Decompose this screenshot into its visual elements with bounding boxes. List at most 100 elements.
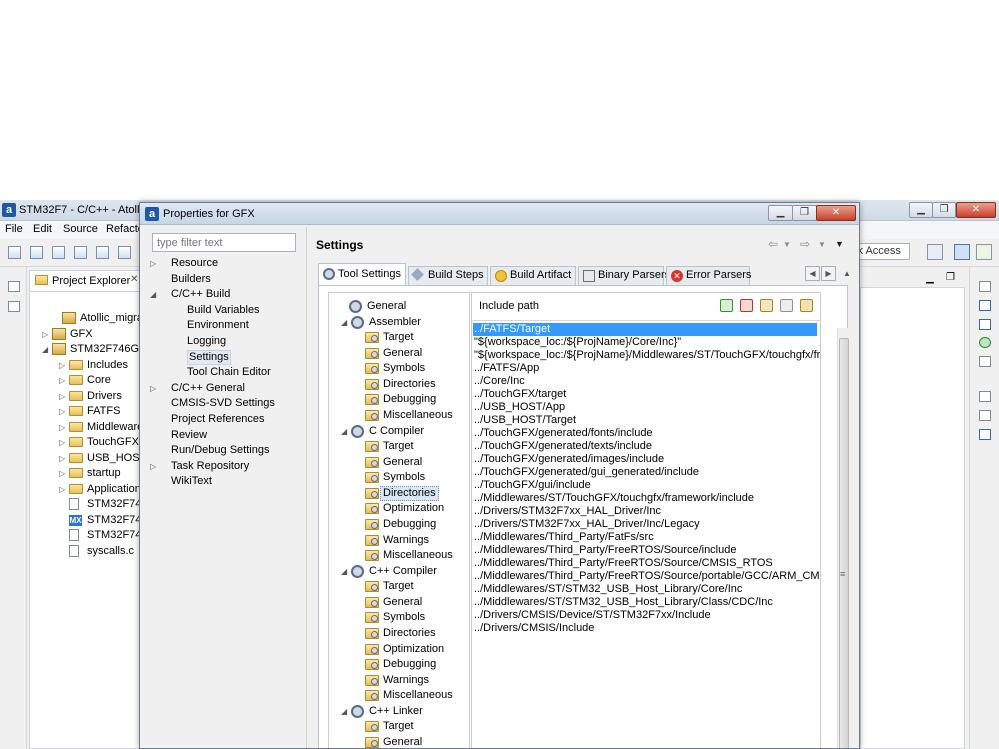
- dialog-close-button[interactable]: ✕: [816, 205, 856, 221]
- tool-tree-item[interactable]: C Compiler: [369, 424, 424, 439]
- nav-item-logging[interactable]: Logging: [187, 334, 226, 349]
- expand-toggle-icon[interactable]: ▷: [150, 462, 156, 471]
- tool-tree-item[interactable]: Debugging: [383, 392, 436, 407]
- collapse-toggle-icon[interactable]: ◢: [341, 567, 347, 576]
- page-scrollbar-thumb[interactable]: [839, 338, 849, 748]
- close-tab-icon[interactable]: ✕: [130, 274, 138, 285]
- tab-binary-parsers[interactable]: Binary Parsers: [578, 266, 670, 285]
- build-targets-icon[interactable]: [979, 319, 991, 330]
- move-up-icon[interactable]: [780, 299, 793, 312]
- new-source-icon[interactable]: [52, 246, 65, 259]
- restore-bottom-icon[interactable]: [979, 391, 991, 402]
- include-path-item[interactable]: ../TouchGFX/generated/texts/include: [474, 440, 652, 453]
- nav-item-review[interactable]: Review: [171, 428, 207, 443]
- tab-build-artifact[interactable]: Build Artifact: [490, 266, 576, 285]
- outline-icon[interactable]: [979, 300, 991, 311]
- include-path-item[interactable]: ../Middlewares/Third_Party/FreeRTOS/Sour…: [474, 544, 736, 557]
- include-path-item[interactable]: ../FATFS/App: [474, 362, 539, 375]
- open-perspective-icon[interactable]: [927, 244, 943, 260]
- tool-tree-item[interactable]: General: [383, 346, 422, 361]
- collapse-toggle-icon[interactable]: ◢: [341, 707, 347, 716]
- tab-error-parsers[interactable]: ✕ Error Parsers: [666, 266, 751, 285]
- expand-toggle-icon[interactable]: ▷: [150, 384, 156, 393]
- tool-tree-item[interactable]: General: [383, 455, 422, 470]
- expand-toggle-icon[interactable]: ▷: [59, 404, 65, 419]
- minimize-view-icon[interactable]: ▁: [926, 273, 934, 284]
- edit-path-icon[interactable]: [760, 299, 773, 312]
- task-list-icon[interactable]: [979, 337, 991, 348]
- include-path-item[interactable]: ../Middlewares/Third_Party/FreeRTOS/Sour…: [474, 570, 820, 583]
- forward-menu-icon[interactable]: ▼: [818, 240, 826, 249]
- forward-arrow-icon[interactable]: ⇨: [800, 237, 810, 251]
- toolbar-more-icon[interactable]: [118, 246, 131, 259]
- nav-item-task-repository[interactable]: Task Repository: [171, 459, 249, 474]
- nav-item-settings[interactable]: Settings: [187, 349, 231, 365]
- include-path-item[interactable]: ../Drivers/CMSIS/Include: [474, 622, 594, 635]
- tab-build-steps[interactable]: Build Steps: [408, 266, 488, 285]
- debug-perspective-icon[interactable]: [976, 244, 992, 260]
- tool-tree-item[interactable]: Miscellaneous: [383, 688, 453, 703]
- tool-tree-item[interactable]: General: [383, 735, 422, 748]
- tool-tree-item[interactable]: Target: [383, 439, 414, 454]
- dialog-maximize-button[interactable]: ❐: [792, 205, 817, 221]
- tabs-scroll-left-button[interactable]: ◀: [805, 266, 820, 281]
- move-down-icon[interactable]: [800, 299, 813, 312]
- tool-tree-item[interactable]: Target: [383, 579, 414, 594]
- menu-source[interactable]: Source: [63, 223, 98, 235]
- expand-toggle-icon[interactable]: ▷: [59, 451, 65, 466]
- tool-tree-item[interactable]: Directories: [380, 485, 439, 501]
- delete-path-icon[interactable]: [740, 299, 753, 312]
- tool-tree-item[interactable]: Miscellaneous: [383, 408, 453, 423]
- expand-toggle-icon[interactable]: ▷: [59, 420, 65, 435]
- nav-item-project-references[interactable]: Project References: [171, 412, 265, 427]
- include-path-item[interactable]: ../FATFS/Target: [473, 323, 817, 336]
- nav-item-builders[interactable]: Builders: [171, 272, 211, 287]
- expand-toggle-icon[interactable]: ▷: [59, 435, 65, 450]
- dialog-minimize-button[interactable]: ▁: [768, 205, 793, 221]
- include-path-item[interactable]: "${workspace_loc:/${ProjName}/Core/Inc}": [474, 336, 681, 349]
- new-class-icon[interactable]: [74, 246, 87, 259]
- nav-item-build-variables[interactable]: Build Variables: [187, 303, 260, 318]
- memory-icon[interactable]: [979, 356, 991, 367]
- nav-item-tool-chain-editor[interactable]: Tool Chain Editor: [187, 365, 271, 380]
- include-path-item[interactable]: ../USB_HOST/App: [474, 401, 565, 414]
- back-arrow-icon[interactable]: ⇦: [768, 237, 778, 251]
- tool-tree-item[interactable]: Debugging: [383, 517, 436, 532]
- minimized-view-icon[interactable]: [8, 301, 20, 312]
- tool-tree-item[interactable]: Target: [383, 719, 414, 734]
- nav-item-environment[interactable]: Environment: [187, 318, 249, 333]
- restore-icon[interactable]: [8, 281, 20, 292]
- include-path-item[interactable]: ../TouchGFX/generated/fonts/include: [474, 427, 653, 440]
- tool-tree-item[interactable]: Warnings: [383, 533, 429, 548]
- nav-item-cmsis-svd-settings[interactable]: CMSIS-SVD Settings: [171, 396, 275, 411]
- new-header-icon[interactable]: [30, 246, 43, 259]
- tool-tree-item[interactable]: Debugging: [383, 657, 436, 672]
- expand-toggle-icon[interactable]: ▷: [59, 373, 65, 388]
- scroll-up-icon[interactable]: ▲: [843, 269, 851, 278]
- include-path-item[interactable]: ../TouchGFX/generated/gui_generated/incl…: [474, 466, 699, 479]
- tool-tree-item[interactable]: Target: [383, 330, 414, 345]
- tab-tool-settings[interactable]: Tool Settings: [318, 263, 406, 285]
- include-path-item[interactable]: ../TouchGFX/gui/include: [474, 479, 591, 492]
- include-path-item[interactable]: ../Middlewares/ST/TouchGFX/touchgfx/fram…: [474, 492, 754, 505]
- expand-toggle-icon[interactable]: ▷: [59, 358, 65, 373]
- tool-tree-item[interactable]: Directories: [383, 626, 436, 641]
- tool-tree-item[interactable]: Symbols: [383, 610, 425, 625]
- include-path-item[interactable]: ../TouchGFX/generated/images/include: [474, 453, 664, 466]
- expand-toggle-icon[interactable]: ▷: [42, 327, 48, 342]
- tool-tree-item[interactable]: General: [367, 299, 406, 314]
- tool-tree-item[interactable]: Optimization: [383, 501, 444, 516]
- cpp-perspective-icon[interactable]: [954, 244, 970, 260]
- tool-tree-item[interactable]: Warnings: [383, 673, 429, 688]
- menu-file[interactable]: File: [5, 223, 23, 235]
- problems-icon[interactable]: [979, 429, 991, 440]
- include-path-item[interactable]: ../USB_HOST/Target: [474, 414, 576, 427]
- tool-tree-item[interactable]: Miscellaneous: [383, 548, 453, 563]
- expand-toggle-icon[interactable]: ▷: [59, 482, 65, 497]
- expand-toggle-icon[interactable]: ▷: [59, 389, 65, 404]
- tool-tree-item[interactable]: General: [383, 595, 422, 610]
- expand-toggle-icon[interactable]: ▷: [59, 466, 65, 481]
- nav-item-c-c-general[interactable]: C/C++ General: [171, 381, 245, 396]
- expand-toggle-icon[interactable]: ◢: [150, 290, 156, 299]
- restore-icon[interactable]: [979, 281, 991, 292]
